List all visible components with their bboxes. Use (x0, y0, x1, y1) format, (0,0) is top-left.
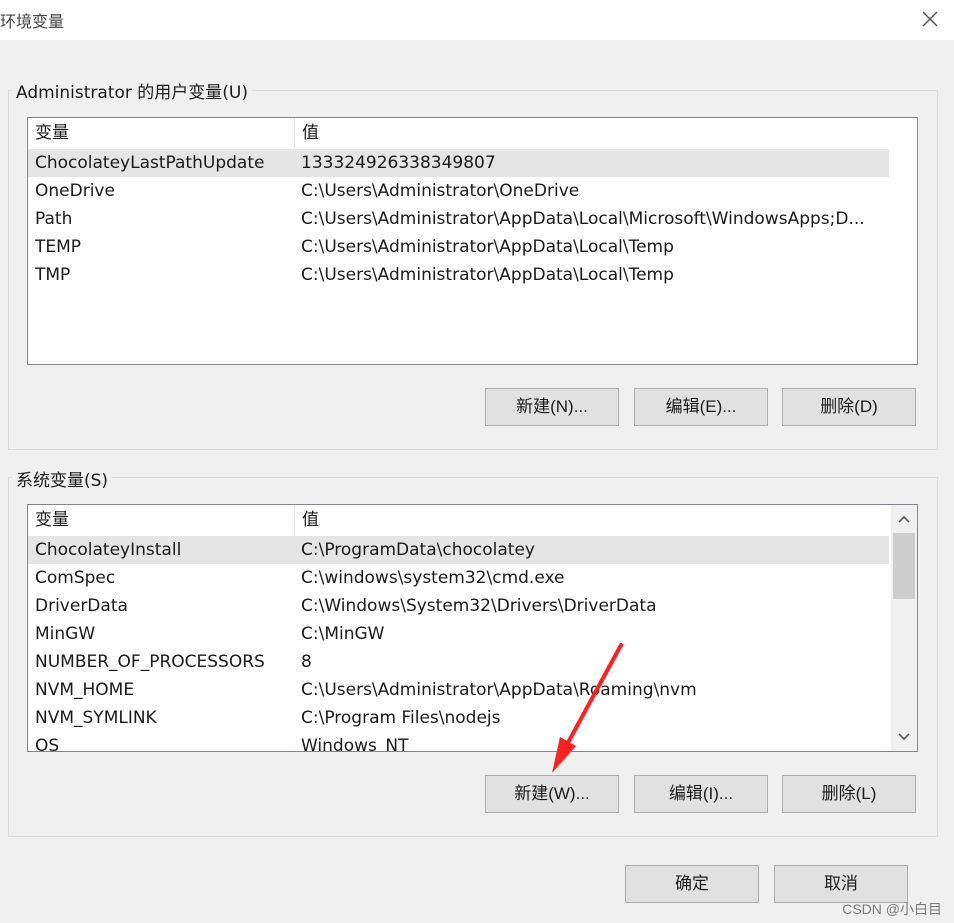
cancel-button[interactable]: 取消 (774, 865, 908, 903)
var-name: NVM_SYMLINK (35, 708, 157, 728)
var-name: ComSpec (35, 568, 116, 588)
column-header-variable[interactable]: 变量 (28, 118, 295, 148)
var-value: C:\Users\Administrator\AppData\Local\Tem… (301, 237, 674, 257)
scroll-thumb[interactable] (893, 533, 915, 599)
var-value: C:\windows\system32\cmd.exe (301, 568, 565, 588)
var-name: NUMBER_OF_PROCESSORS (35, 652, 265, 672)
var-name: MinGW (35, 624, 96, 644)
list-header: 变量 值 (28, 118, 890, 148)
var-name: OneDrive (35, 181, 115, 201)
var-value: C:\Users\Administrator\OneDrive (301, 181, 580, 201)
var-value: Windows_NT (301, 736, 409, 752)
close-icon (922, 11, 938, 27)
table-row[interactable]: DriverData C:\Windows\System32\Drivers\D… (28, 592, 889, 620)
table-row[interactable]: TEMP C:\Users\Administrator\AppData\Loca… (28, 233, 889, 261)
var-name: Path (35, 209, 73, 229)
var-value: C:\Users\Administrator\AppData\Local\Mic… (301, 209, 865, 229)
user-new-button[interactable]: 新建(N)... (485, 388, 619, 426)
watermark: CSDN @小白目 (842, 901, 942, 917)
var-value: 133324926338349807 (301, 153, 496, 173)
window-title: 环境变量 (0, 12, 65, 31)
table-row[interactable]: NVM_HOME C:\Users\Administrator\AppData\… (28, 676, 889, 704)
user-vars-label: Administrator 的用户变量(U) (12, 78, 252, 103)
var-name: TEMP (35, 237, 82, 257)
var-value: C:\ProgramData\chocolatey (301, 540, 535, 560)
user-vars-list[interactable]: 变量 值 ChocolateyLastPathUpdate 1333249263… (27, 117, 918, 365)
user-edit-button[interactable]: 编辑(E)... (634, 388, 768, 426)
system-vars-label: 系统变量(S) (12, 466, 113, 491)
var-name: ChocolateyInstall (35, 540, 182, 560)
system-edit-button[interactable]: 编辑(I)... (634, 775, 768, 813)
var-value: 8 (301, 652, 312, 672)
table-row[interactable]: MinGW C:\MinGW (28, 620, 889, 648)
system-new-button[interactable]: 新建(W)... (485, 775, 619, 813)
table-row[interactable]: OS Windows_NT (28, 732, 889, 752)
var-name: TMP (35, 265, 71, 285)
var-value: C:\Users\Administrator\AppData\Local\Tem… (301, 265, 674, 285)
table-row[interactable]: OneDrive C:\Users\Administrator\OneDrive (28, 177, 889, 205)
table-row[interactable]: ChocolateyInstall C:\ProgramData\chocola… (28, 536, 889, 564)
user-delete-button[interactable]: 删除(D) (782, 388, 916, 426)
scroll-up-button[interactable] (891, 505, 917, 533)
var-name: DriverData (35, 596, 128, 616)
table-row[interactable]: NVM_SYMLINK C:\Program Files\nodejs (28, 704, 889, 732)
scroll-down-button[interactable] (891, 723, 917, 751)
vertical-scrollbar[interactable] (891, 505, 917, 751)
table-row[interactable]: TMP C:\Users\Administrator\AppData\Local… (28, 261, 889, 289)
var-value: C:\Users\Administrator\AppData\Roaming\n… (301, 680, 697, 700)
table-row[interactable]: ChocolateyLastPathUpdate 133324926338349… (28, 149, 889, 177)
column-header-value[interactable]: 值 (295, 505, 890, 535)
chevron-down-icon (898, 733, 910, 741)
column-header-value[interactable]: 值 (295, 118, 890, 148)
ok-button[interactable]: 确定 (625, 865, 759, 903)
table-row[interactable]: ComSpec C:\windows\system32\cmd.exe (28, 564, 889, 592)
var-value: C:\Windows\System32\Drivers\DriverData (301, 596, 657, 616)
var-name: ChocolateyLastPathUpdate (35, 153, 265, 173)
table-row[interactable]: Path C:\Users\Administrator\AppData\Loca… (28, 205, 889, 233)
var-name: NVM_HOME (35, 680, 135, 700)
close-button[interactable] (912, 4, 948, 34)
table-row[interactable]: NUMBER_OF_PROCESSORS 8 (28, 648, 889, 676)
title-bar: 环境变量 (0, 0, 954, 40)
var-name: OS (35, 736, 60, 752)
chevron-up-icon (898, 515, 910, 523)
system-delete-button[interactable]: 删除(L) (782, 775, 916, 813)
column-header-variable[interactable]: 变量 (28, 505, 295, 535)
var-value: C:\MinGW (301, 624, 385, 644)
var-value: C:\Program Files\nodejs (301, 708, 501, 728)
list-header: 变量 值 (28, 505, 890, 535)
system-vars-list[interactable]: 变量 值 ChocolateyInstall C:\ProgramData\ch… (27, 504, 918, 752)
